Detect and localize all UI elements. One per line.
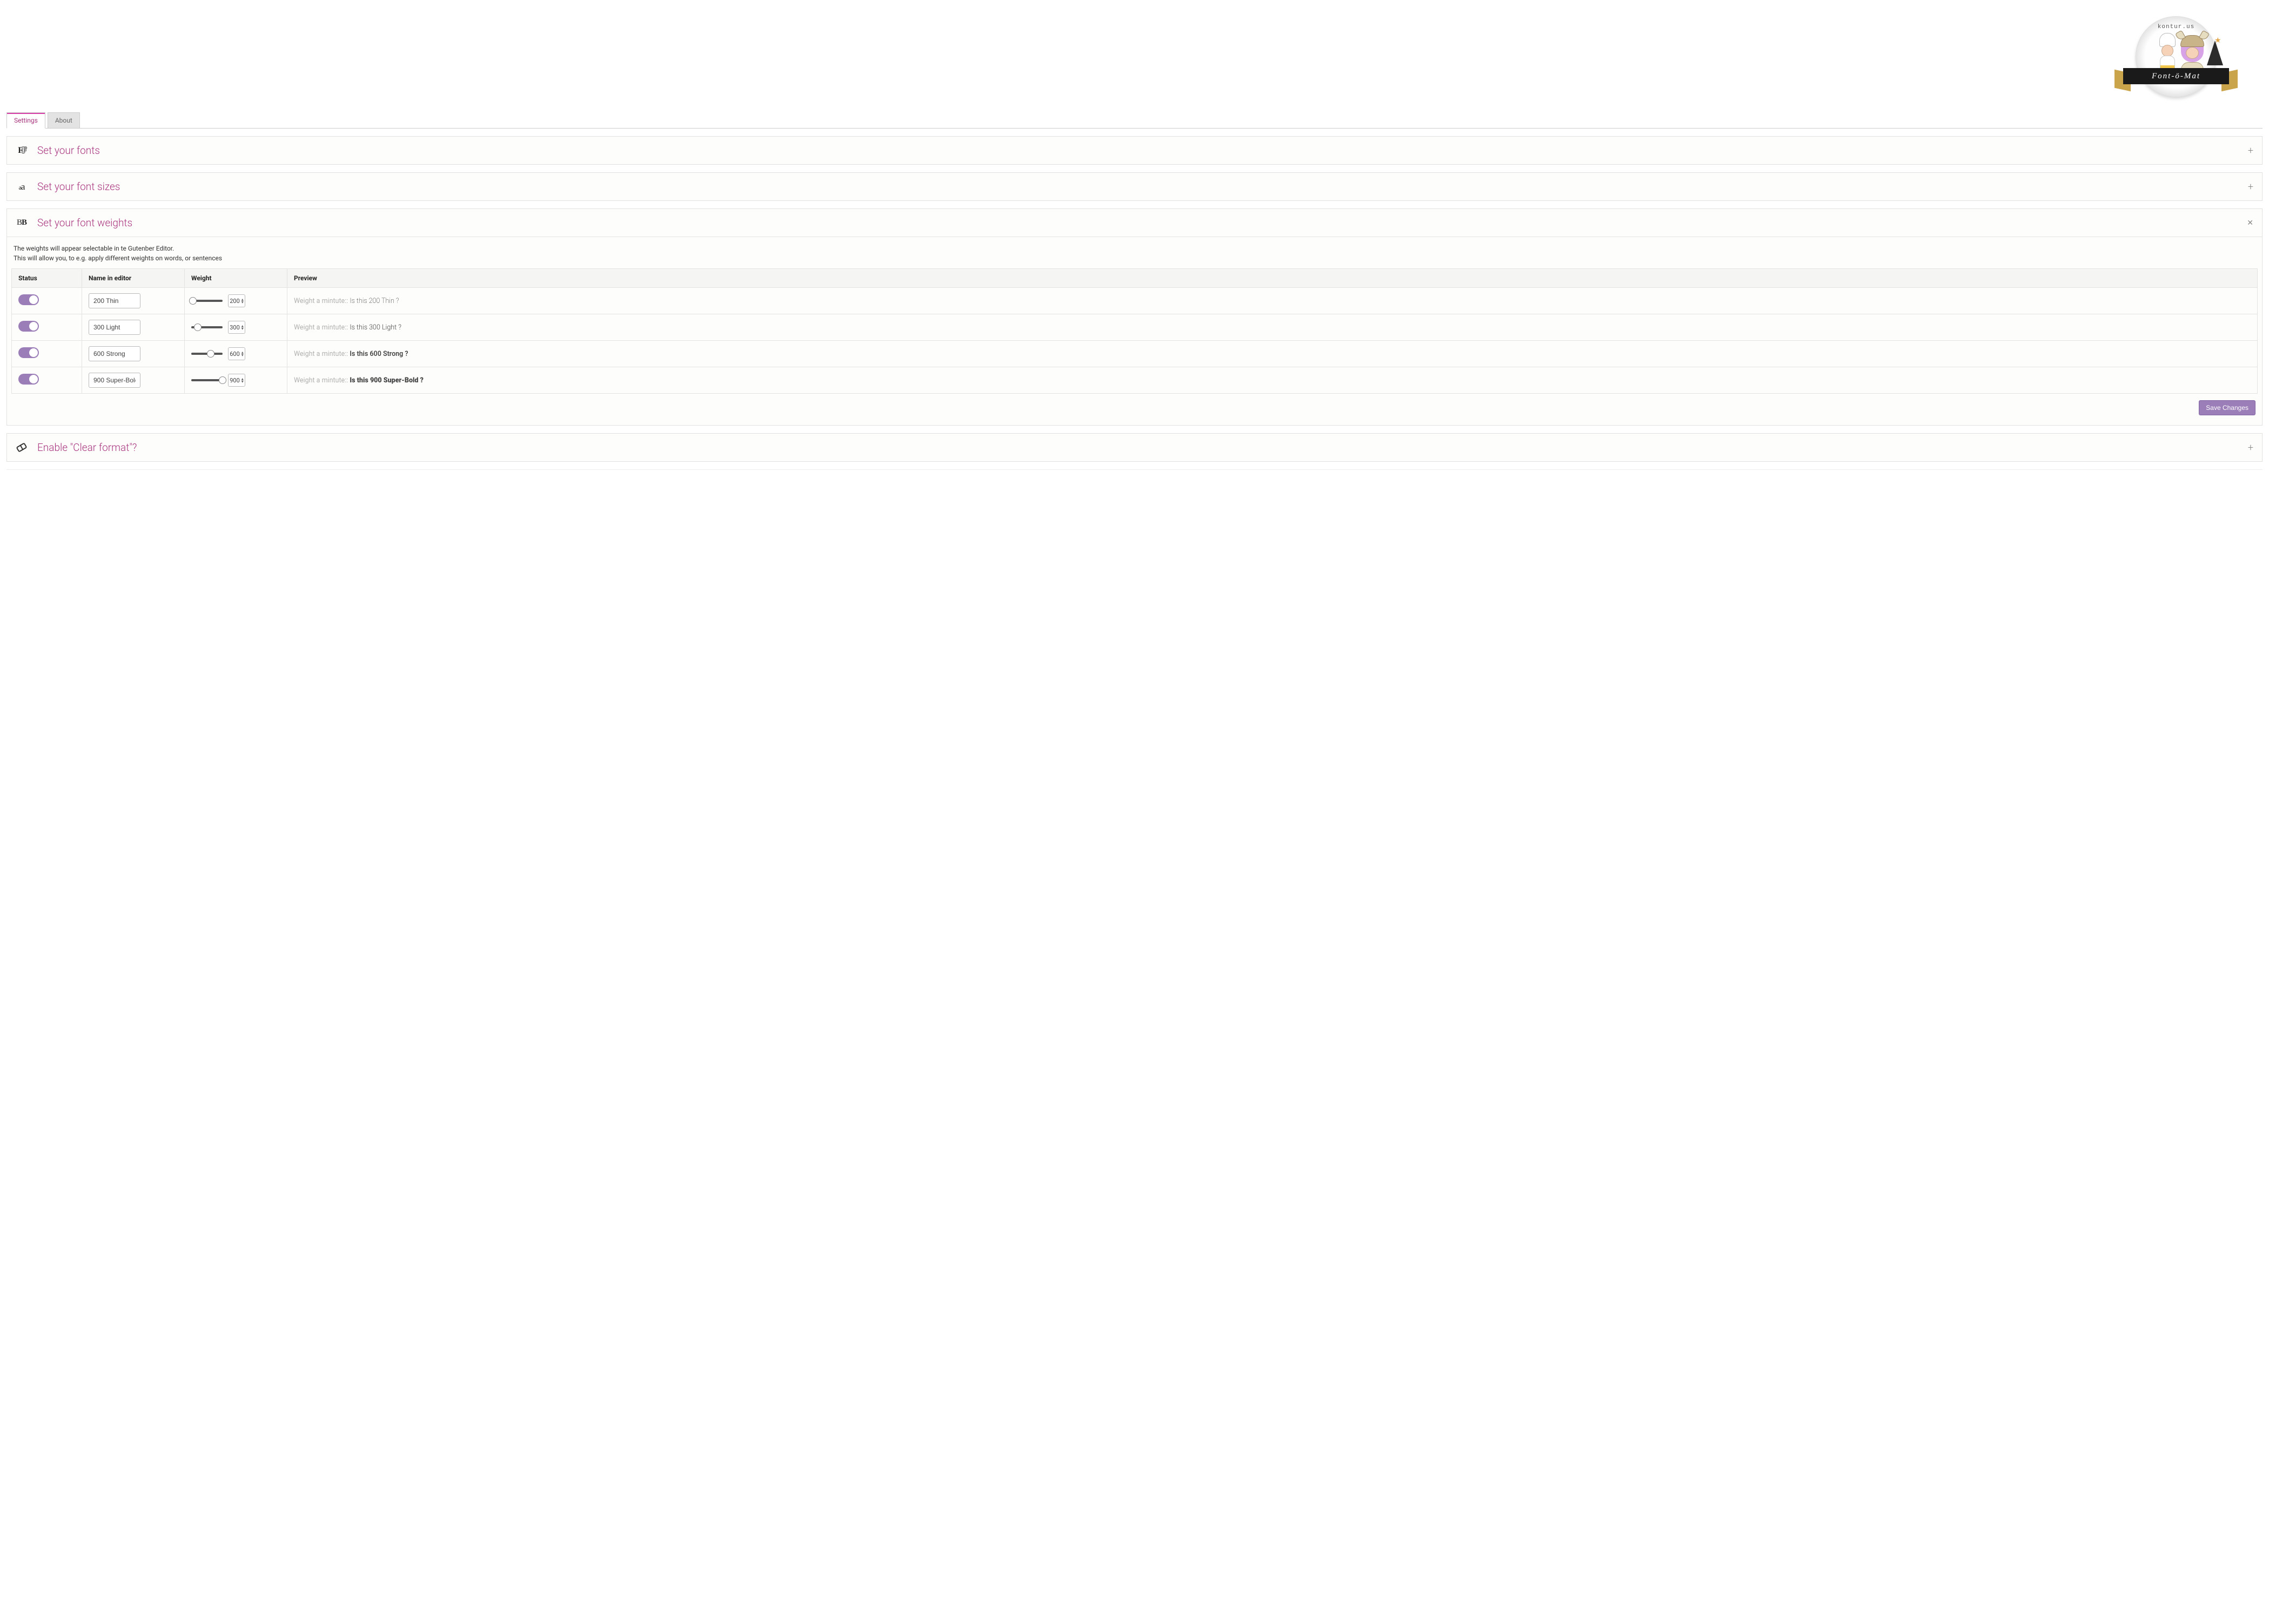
col-header-name: Name in editor: [82, 269, 185, 288]
status-toggle[interactable]: [18, 347, 39, 358]
panel-set-your-font-sizes-header[interactable]: aa Set your font sizes +: [7, 173, 2262, 200]
expand-icon[interactable]: +: [2248, 145, 2253, 156]
col-header-preview: Preview: [287, 269, 2258, 288]
name-in-editor-input[interactable]: [89, 346, 140, 361]
preview-lead-text: Weight a mintute::: [294, 376, 350, 385]
preview-lead-text: Weight a mintute::: [294, 297, 350, 305]
table-row: 200▴▾ Weight a mintute:: Is this 200 Thin…: [12, 288, 2258, 314]
panel-set-your-font-sizes-title: Set your font sizes: [37, 180, 120, 193]
preview-sample-text: Is this 600 Strong ?: [350, 350, 408, 358]
table-row: 600▴▾ Weight a mintute:: Is this 600 Stro…: [12, 341, 2258, 367]
table-row: 900▴▾ Weight a mintute:: Is this 900 Supe…: [12, 367, 2258, 394]
expand-icon[interactable]: +: [2248, 181, 2253, 192]
panel-set-your-fonts-header[interactable]: FF Set your fonts +: [7, 137, 2262, 164]
weight-slider[interactable]: [191, 379, 223, 381]
weight-slider[interactable]: [191, 326, 223, 328]
eraser-icon: [16, 444, 28, 450]
weight-number-input[interactable]: 200▴▾: [228, 294, 245, 307]
panel-set-your-font-sizes: aa Set your font sizes +: [6, 172, 2263, 201]
tab-settings[interactable]: Settings: [6, 112, 45, 129]
logo-url-text: kontur.us: [2136, 24, 2216, 30]
weights-description-line2: This will allow you, to e.g. apply diffe…: [11, 254, 2258, 262]
col-header-weight: Weight: [185, 269, 287, 288]
weights-table: Status Name in editor Weight Preview 200…: [11, 268, 2258, 394]
name-in-editor-input[interactable]: [89, 293, 140, 308]
panel-enable-clear-format: Enable "Clear format"? +: [6, 433, 2263, 462]
panel-set-your-font-weights: BB Set your font weights ✕ The weights w…: [6, 208, 2263, 426]
panel-set-your-fonts: FF Set your fonts +: [6, 136, 2263, 165]
col-header-status: Status: [12, 269, 82, 288]
logo-banner-text: Font-ö-Mat: [2123, 68, 2229, 84]
name-in-editor-input[interactable]: [89, 320, 140, 335]
table-row: 300▴▾ Weight a mintute:: Is this 300 Ligh…: [12, 314, 2258, 341]
panel-set-your-fonts-title: Set your fonts: [37, 144, 100, 157]
collapse-icon[interactable]: ✕: [2247, 219, 2253, 227]
logo-area: kontur.us ★: [6, 0, 2263, 108]
weight-number-input[interactable]: 900▴▾: [228, 374, 245, 387]
panel-set-your-font-weights-header[interactable]: BB Set your font weights ✕: [7, 209, 2262, 237]
save-changes-button[interactable]: Save Changes: [2199, 400, 2255, 415]
divider: [6, 469, 2263, 470]
panel-set-your-font-weights-title: Set your font weights: [37, 217, 132, 229]
preview-sample-text: Is this 300 Light ?: [350, 324, 401, 332]
tab-about[interactable]: About: [48, 112, 80, 128]
weight-number-input[interactable]: 300▴▾: [228, 321, 245, 334]
preview-lead-text: Weight a mintute::: [294, 324, 350, 332]
name-in-editor-input[interactable]: [89, 373, 140, 388]
status-toggle[interactable]: [18, 294, 39, 305]
expand-icon[interactable]: +: [2248, 442, 2253, 453]
panel-enable-clear-format-header[interactable]: Enable "Clear format"? +: [7, 434, 2262, 461]
tabs: Settings About: [6, 112, 2263, 129]
preview-sample-text: Is this 200 Thin ?: [350, 297, 399, 305]
font-size-icon: aa: [16, 181, 28, 192]
font-weight-icon: BB: [16, 218, 28, 227]
font-icon: FF: [16, 146, 28, 156]
weight-slider[interactable]: [191, 353, 223, 355]
preview-lead-text: Weight a mintute::: [294, 350, 350, 358]
weight-number-input[interactable]: 600▴▾: [228, 347, 245, 360]
panel-enable-clear-format-title: Enable "Clear format"?: [37, 441, 137, 454]
status-toggle[interactable]: [18, 321, 39, 332]
weights-description-line1: The weights will appear selectable in te…: [11, 245, 2258, 252]
preview-sample-text: Is this 900 Super-Bold ?: [350, 376, 424, 385]
status-toggle[interactable]: [18, 374, 39, 385]
weight-slider[interactable]: [191, 300, 223, 302]
